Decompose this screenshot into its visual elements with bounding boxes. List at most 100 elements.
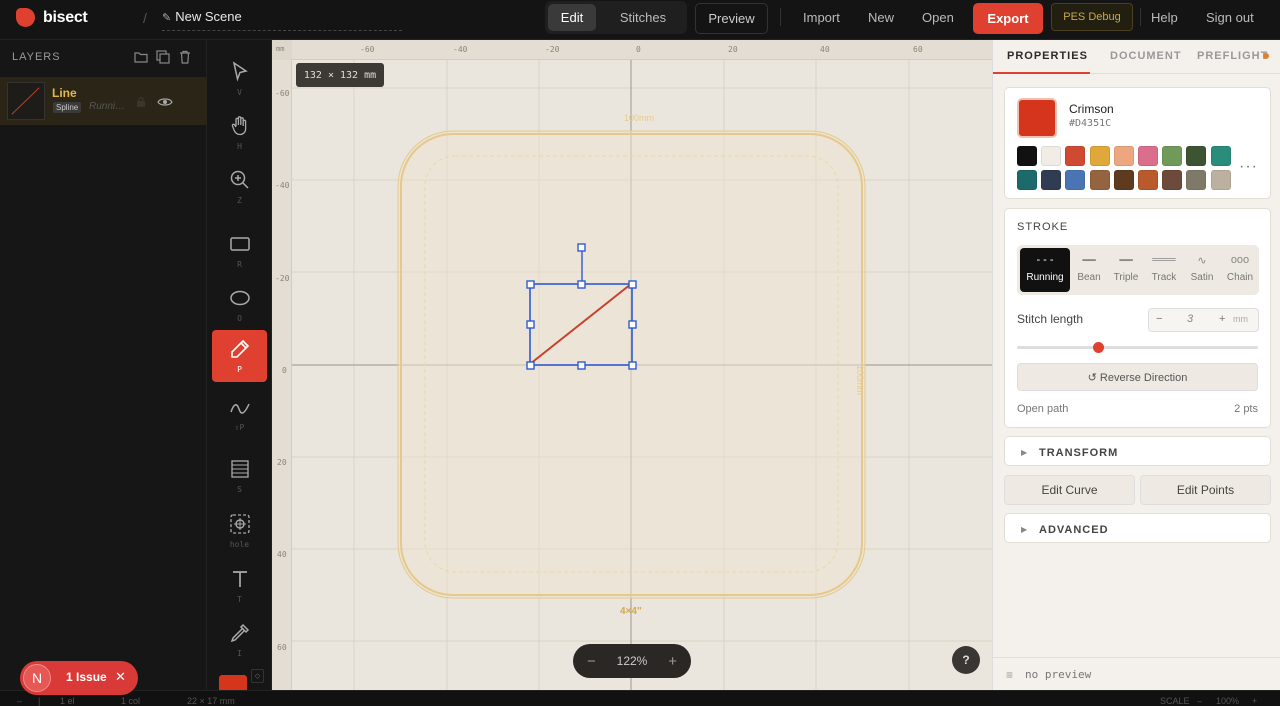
ruler-corner[interactable]: mm bbox=[272, 40, 292, 60]
stroke-type-label: Track bbox=[1151, 272, 1177, 283]
advanced-section[interactable]: ▶ ADVANCED bbox=[1004, 513, 1271, 543]
stitch-length-increase[interactable]: + bbox=[1219, 313, 1225, 325]
color-swatch[interactable] bbox=[1113, 146, 1134, 166]
stitch-length-slider[interactable] bbox=[1017, 346, 1258, 349]
color-swatch[interactable] bbox=[1041, 170, 1062, 190]
status-element-count: 1 el bbox=[60, 696, 75, 706]
rectangle-tool[interactable]: R bbox=[212, 225, 267, 277]
duplicate-icon[interactable] bbox=[155, 49, 171, 65]
sign-out-link[interactable]: Sign out bbox=[1206, 10, 1254, 25]
help-link[interactable]: Help bbox=[1151, 10, 1178, 25]
status-scale-plus[interactable]: + bbox=[1252, 696, 1257, 706]
fill-tool[interactable]: S bbox=[212, 450, 267, 502]
color-swatch[interactable] bbox=[1138, 146, 1158, 166]
stroke-type-triple[interactable]: ━━ Triple bbox=[1107, 248, 1145, 292]
eyedropper-tool[interactable]: I bbox=[212, 614, 267, 666]
tab-preflight[interactable]: PREFLIGHT bbox=[1197, 50, 1268, 62]
current-color-swatch[interactable] bbox=[1017, 98, 1057, 138]
close-icon[interactable]: ✕ bbox=[115, 669, 126, 685]
tab-document[interactable]: DOCUMENT bbox=[1110, 50, 1182, 62]
mode-edit-button[interactable]: Edit bbox=[548, 4, 596, 31]
new-button[interactable]: New bbox=[868, 10, 894, 25]
stitch-length-stepper[interactable]: − 3 + mm bbox=[1148, 308, 1259, 332]
stroke-title: STROKE bbox=[1017, 221, 1069, 233]
transform-section[interactable]: ▶ TRANSFORM bbox=[1004, 436, 1271, 466]
layer-name: Line bbox=[52, 86, 77, 100]
text-tool[interactable]: T bbox=[212, 560, 267, 612]
layer-item[interactable]: Line Spline Runni… bbox=[0, 77, 207, 125]
color-swatch[interactable] bbox=[1186, 170, 1207, 190]
stitch-length-value[interactable]: 3 bbox=[1187, 313, 1193, 325]
stroke-type-track[interactable]: ═══ Track bbox=[1145, 248, 1183, 292]
ruler-tick-label: -60 bbox=[275, 89, 290, 98]
bean-stitch-icon: ━━ bbox=[1082, 255, 1096, 267]
stroke-type-bean[interactable]: ━━ Bean bbox=[1070, 248, 1108, 292]
new-folder-icon[interactable] bbox=[133, 49, 149, 65]
eye-icon[interactable] bbox=[157, 96, 173, 108]
zoom-in-button[interactable]: + bbox=[668, 653, 677, 670]
color-swap-icon[interactable]: ◇ bbox=[251, 669, 264, 683]
mode-stitches-button[interactable]: Stitches bbox=[603, 4, 683, 31]
zoom-out-button[interactable]: − bbox=[587, 653, 596, 670]
ruler-tick-label: 0 bbox=[636, 45, 641, 54]
hand-tool[interactable]: H bbox=[212, 107, 267, 159]
zoom-tool[interactable]: Z bbox=[212, 161, 267, 213]
color-swatch[interactable] bbox=[1065, 170, 1086, 190]
issue-toast[interactable]: N 1 Issue ✕ bbox=[20, 661, 138, 695]
properties-panel: PROPERTIES DOCUMENT PREFLIGHT Crimson #D… bbox=[992, 40, 1280, 690]
zoom-level[interactable]: 122% bbox=[617, 654, 648, 668]
ellipse-tool[interactable]: O bbox=[212, 279, 267, 331]
lock-icon[interactable] bbox=[136, 96, 146, 108]
hole-tool[interactable]: hole bbox=[212, 505, 267, 557]
more-colors-button[interactable]: ··· bbox=[1239, 158, 1258, 176]
color-swatch[interactable] bbox=[1162, 146, 1183, 166]
current-color-chip[interactable] bbox=[219, 675, 247, 690]
ruler-tick-label: 40 bbox=[820, 45, 830, 54]
stitch-length-decrease[interactable]: − bbox=[1156, 313, 1162, 325]
curve-tool[interactable]: ⇧P bbox=[212, 388, 267, 440]
color-swatch[interactable] bbox=[1089, 146, 1110, 166]
edit-points-button[interactable]: Edit Points bbox=[1140, 475, 1271, 505]
panel-tabs: PROPERTIES DOCUMENT PREFLIGHT bbox=[993, 40, 1280, 74]
export-button[interactable]: Export bbox=[973, 3, 1043, 34]
color-swatch[interactable] bbox=[1089, 170, 1110, 190]
color-swatch[interactable] bbox=[1162, 170, 1183, 190]
color-swatch[interactable] bbox=[1138, 170, 1158, 190]
hole-icon bbox=[229, 514, 250, 534]
color-swatch[interactable] bbox=[1017, 146, 1037, 166]
reverse-direction-button[interactable]: ↺ Reverse Direction bbox=[1017, 363, 1258, 391]
help-button[interactable]: ? bbox=[952, 646, 980, 674]
color-swatch[interactable] bbox=[1113, 170, 1134, 190]
status-scale-value[interactable]: 100% bbox=[1216, 696, 1239, 706]
color-swatch[interactable] bbox=[1210, 146, 1231, 166]
preview-button[interactable]: Preview bbox=[695, 3, 768, 34]
select-tool[interactable]: V bbox=[212, 53, 267, 105]
tool-hotkey: I bbox=[237, 649, 242, 658]
satin-stitch-icon: ∿ bbox=[1197, 255, 1207, 267]
stroke-type-satin[interactable]: ∿ Satin bbox=[1183, 248, 1221, 292]
stroke-type-chain[interactable]: ooo Chain bbox=[1221, 248, 1259, 292]
canvas-artboard[interactable] bbox=[272, 40, 992, 690]
color-swatch[interactable] bbox=[1186, 146, 1207, 166]
slider-thumb[interactable] bbox=[1093, 342, 1105, 353]
color-swatch[interactable] bbox=[1017, 170, 1037, 190]
color-swatch[interactable] bbox=[1210, 170, 1231, 190]
tool-hotkey: O bbox=[237, 314, 242, 323]
color-swatch[interactable] bbox=[1065, 146, 1086, 166]
stroke-type-label: Bean bbox=[1077, 272, 1101, 283]
pen-tool[interactable]: P bbox=[212, 330, 267, 382]
stroke-type-running[interactable]: - - - Running bbox=[1020, 248, 1070, 292]
trash-icon[interactable] bbox=[177, 49, 193, 65]
open-button[interactable]: Open bbox=[922, 10, 954, 25]
canvas[interactable]: -60 -40 -20 0 20 40 60 -60 -40 -20 0 20 … bbox=[272, 40, 992, 690]
pes-debug-button[interactable]: PES Debug bbox=[1051, 3, 1133, 31]
tab-properties[interactable]: PROPERTIES bbox=[1007, 50, 1088, 62]
scene-name-field[interactable]: ✎ New Scene bbox=[162, 6, 402, 31]
color-swatch[interactable] bbox=[1041, 146, 1062, 166]
fill-pattern-icon bbox=[230, 460, 249, 478]
import-button[interactable]: Import bbox=[803, 10, 840, 25]
edit-curve-button[interactable]: Edit Curve bbox=[1004, 475, 1135, 505]
ruler-tick-label: 60 bbox=[277, 643, 287, 652]
status-scale-minus[interactable]: – bbox=[1197, 696, 1202, 706]
tool-hotkey: P bbox=[237, 365, 242, 374]
